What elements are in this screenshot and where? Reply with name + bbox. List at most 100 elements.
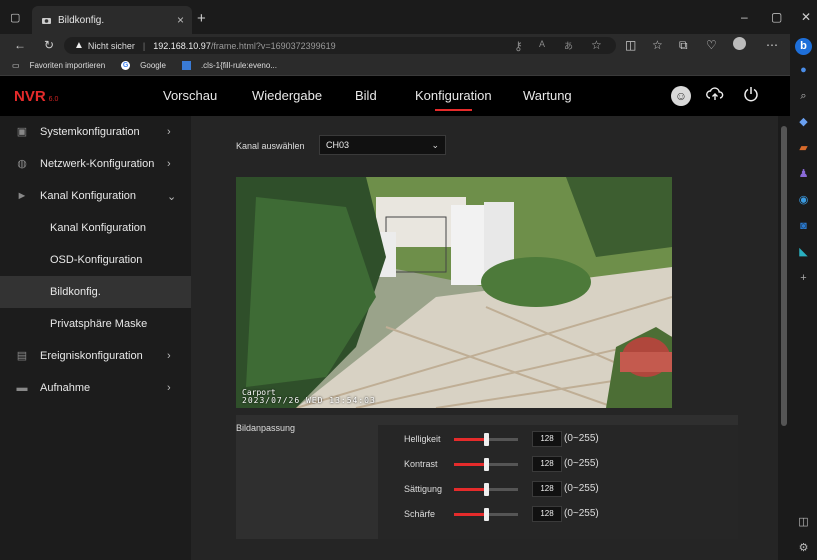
nav-wartung[interactable]: Wartung — [523, 88, 572, 103]
url-path: /frame.html?v=1690372399619 — [210, 40, 336, 51]
browser-tab[interactable]: Bildkonfig. × — [32, 6, 192, 34]
collections-icon[interactable]: ⧉ — [679, 38, 688, 53]
sidebar-subitem-osd[interactable]: OSD-Konfiguration — [0, 244, 191, 276]
sharpness-slider[interactable] — [454, 508, 518, 521]
file-icon — [181, 61, 191, 70]
sidebar-item-netzwerk[interactable]: ◍ Netzwerk-Konfiguration › — [0, 148, 191, 180]
outlook-icon[interactable]: ◙ — [797, 220, 810, 233]
more-menu-icon[interactable]: ⋯ — [766, 38, 778, 52]
slider-handle[interactable] — [484, 458, 489, 471]
config-sidebar: ▣ Systemkonfiguration › ◍ Netzwerk-Konfi… — [0, 116, 191, 560]
address-bar-row: ← ↻ ▲ Nicht sicher | 192.168.10.97 /fram… — [0, 34, 790, 56]
tools-icon[interactable]: ▰ — [797, 142, 810, 155]
sidebar-item-kanal[interactable]: ► Kanal Konfiguration ⌄ — [0, 180, 191, 212]
sidebar-layout-icon[interactable]: ◫ — [797, 516, 810, 529]
osd-datetime: 2023/07/26 WED 13:54:03 — [242, 396, 376, 405]
slider-fill — [454, 438, 486, 441]
edge-sidebar: b ● ⌕ ◆ ▰ ♟ ◉ ◙ ◣ + ◫ ⚙ — [790, 34, 817, 560]
copilot-icon[interactable]: b — [795, 38, 812, 55]
chevron-right-icon: › — [167, 382, 171, 394]
favorites-icon[interactable]: ☆ — [652, 38, 663, 52]
page-scrollbar[interactable] — [778, 116, 790, 560]
nav-vorschau[interactable]: Vorschau — [163, 88, 217, 103]
tab-title: Bildkonfig. — [58, 14, 105, 26]
channel-select[interactable]: CH03 ⌄ — [319, 135, 446, 155]
globe-icon: ◍ — [17, 158, 27, 170]
new-tab-icon[interactable]: + — [197, 10, 206, 27]
scrollbar-thumb[interactable] — [781, 126, 787, 426]
google-icon: G — [121, 61, 131, 70]
extensions-icon[interactable]: ♡ — [706, 38, 717, 52]
favorite-item-google[interactable]: G Google — [115, 61, 166, 70]
chevron-right-icon: › — [167, 158, 171, 170]
sidebar-subitem-bildkonfig[interactable]: Bildkonfig. — [0, 276, 191, 308]
nav-konfiguration[interactable]: Konfiguration — [415, 88, 492, 111]
back-icon[interactable]: ← — [14, 38, 26, 52]
chevron-down-icon: ⌄ — [431, 139, 439, 150]
slider-handle[interactable] — [484, 508, 489, 521]
channel-select-value: CH03 — [326, 140, 350, 150]
sharpness-value-input[interactable]: 128 — [532, 506, 562, 522]
read-aloud-icon[interactable]: A — [539, 39, 545, 49]
nav-bild[interactable]: Bild — [355, 88, 377, 103]
saturation-value-input[interactable]: 128 — [532, 481, 562, 497]
url-host: 192.168.10.97 — [153, 40, 211, 51]
games-icon[interactable]: ◉ — [797, 194, 810, 207]
saturation-slider[interactable] — [454, 483, 518, 496]
close-window-icon[interactable]: ✕ — [801, 10, 811, 24]
url-separator: | — [142, 40, 146, 51]
camera-icon: ► — [16, 190, 28, 202]
slider-label: Kontrast — [404, 459, 438, 469]
slider-fill — [454, 513, 486, 516]
camera-preview: Carport 2023/07/26 WED 13:54:03 — [236, 177, 672, 408]
notification-bell-icon[interactable]: ● — [797, 64, 810, 77]
reload-icon[interactable]: ↻ — [44, 38, 54, 52]
cloud-upload-icon[interactable] — [705, 86, 725, 106]
send-icon[interactable]: ◣ — [797, 246, 810, 259]
tab-close-icon[interactable]: × — [177, 13, 184, 27]
contrast-slider[interactable] — [454, 458, 518, 471]
slider-range: (0~255) — [564, 458, 599, 469]
slider-handle[interactable] — [484, 433, 489, 446]
slider-label: Sättigung — [404, 484, 443, 494]
slider-handle[interactable] — [484, 483, 489, 496]
profile-avatar-icon[interactable] — [733, 37, 746, 50]
slider-label: Schärfe — [404, 509, 436, 519]
search-icon[interactable]: ⌕ — [797, 90, 810, 103]
minimize-icon[interactable]: – — [741, 10, 748, 24]
sidebar-item-ereignis[interactable]: ▤ Ereigniskonfiguration › — [0, 340, 191, 372]
sidebar-subitem-kanal-konfiguration[interactable]: Kanal Konfiguration — [0, 212, 191, 244]
channel-select-label: Kanal auswählen — [236, 141, 305, 151]
url-field[interactable]: ▲ Nicht sicher | 192.168.10.97 /frame.ht… — [64, 37, 616, 54]
user-avatar-icon[interactable]: ☺ — [671, 86, 691, 106]
tag-icon[interactable]: ◆ — [797, 116, 810, 129]
split-screen-icon[interactable]: ◫ — [625, 38, 636, 52]
nav-wiedergabe[interactable]: Wiedergabe — [252, 88, 322, 103]
slider-row-saettigung: Sättigung 128 (0~255) — [404, 481, 704, 497]
tab-actions-icon[interactable]: ▢ — [10, 11, 20, 24]
add-sidebar-icon[interactable]: + — [797, 272, 810, 285]
people-icon[interactable]: ♟ — [797, 168, 810, 181]
sidebar-subitem-privatsphaere[interactable]: Privatsphäre Maske — [0, 308, 191, 340]
key-icon[interactable]: ⚷ — [514, 39, 523, 53]
sidebar-item-aufnahme[interactable]: ▬ Aufnahme › — [0, 372, 191, 404]
brightness-value-input[interactable]: 128 — [532, 431, 562, 447]
settings-gear-icon[interactable]: ⚙ — [797, 542, 810, 555]
translate-icon[interactable]: あ — [564, 39, 573, 52]
calendar-icon: ▤ — [16, 350, 28, 362]
brightness-slider[interactable] — [454, 433, 518, 446]
slider-range: (0~255) — [564, 433, 599, 444]
power-icon[interactable] — [741, 86, 761, 106]
slider-range: (0~255) — [564, 508, 599, 519]
favorite-item-file[interactable]: .cls-1{fill-rule:eveno... — [176, 61, 277, 70]
maximize-icon[interactable]: ▢ — [771, 10, 782, 24]
image-adjust-title: Bildanpassung — [236, 423, 296, 433]
favorite-item-import[interactable]: ▭ Favoriten importieren — [6, 61, 105, 70]
contrast-value-input[interactable]: 128 — [532, 456, 562, 472]
nvr-logo: NVR 6.0 — [14, 88, 59, 105]
warning-icon: ▲ — [74, 40, 84, 51]
slider-fill — [454, 488, 486, 491]
sidebar-item-systemkonfiguration[interactable]: ▣ Systemkonfiguration › — [0, 116, 191, 148]
camera-image — [236, 177, 672, 408]
favorite-star-icon[interactable]: ☆ — [591, 38, 602, 52]
